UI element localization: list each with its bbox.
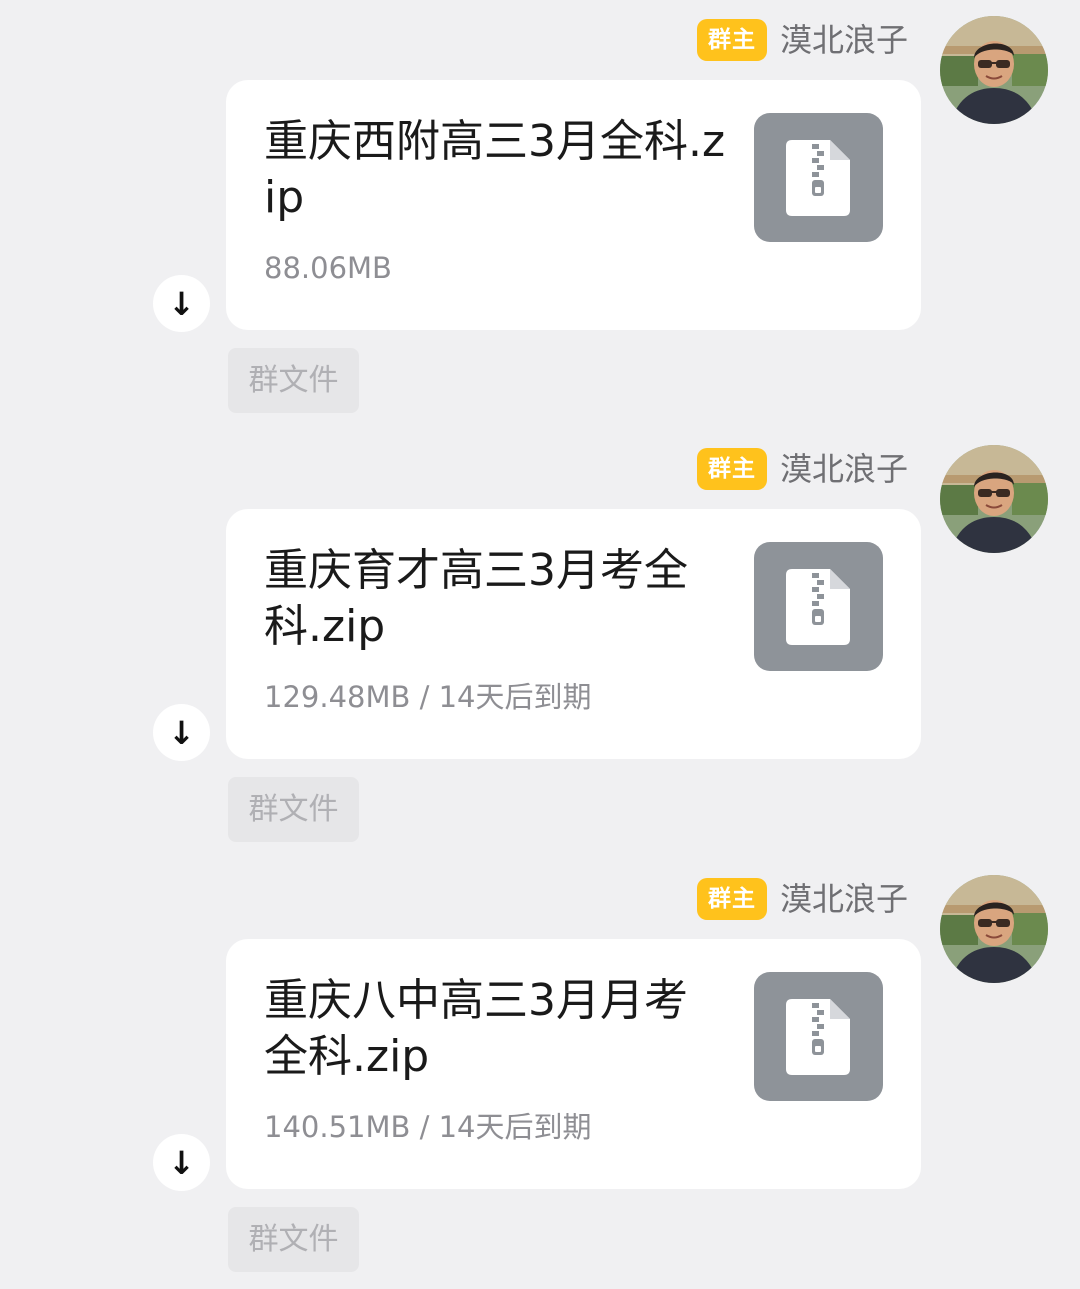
file-size-expiry: 129.48MB / 14天后到期 (264, 680, 592, 714)
file-message-bubble[interactable]: 重庆八中高三3月月考全科.zip 140.51MB / 14天后到期 (226, 939, 921, 1189)
sender-name[interactable]: 漠北浪子 (780, 877, 908, 921)
file-message-bubble[interactable]: 重庆育才高三3月考全科.zip 129.48MB / 14天后到期 (226, 509, 921, 759)
zip-file-icon (754, 542, 883, 671)
zip-file-icon (754, 972, 883, 1101)
file-size-expiry: 140.51MB / 14天后到期 (264, 1110, 592, 1144)
chat-message: 群主 漠北浪子 重庆西附高三3月全科.zip 88.06MB ↓ 群文件 (0, 0, 1080, 430)
group-files-tag[interactable]: 群文件 (228, 777, 359, 842)
avatar[interactable] (940, 16, 1048, 124)
avatar[interactable] (940, 875, 1048, 983)
avatar[interactable] (940, 445, 1048, 553)
sender-row: 群主 漠北浪子 (696, 447, 908, 491)
group-owner-badge: 群主 (696, 448, 767, 490)
chat-message: 群主 漠北浪子 重庆八中高三3月月考全科.zip 140.51MB / 14天后… (0, 859, 1080, 1289)
sender-row: 群主 漠北浪子 (696, 877, 908, 921)
file-name: 重庆西附高三3月全科.zip (264, 116, 726, 223)
download-button[interactable]: ↓ (153, 275, 210, 332)
chat-message: 群主 漠北浪子 重庆育才高三3月考全科.zip 129.48MB / 14天后到… (0, 429, 1080, 859)
file-name: 重庆八中高三3月月考全科.zip (264, 975, 688, 1082)
file-message-bubble[interactable]: 重庆西附高三3月全科.zip 88.06MB (226, 80, 921, 330)
group-files-tag[interactable]: 群文件 (228, 348, 359, 413)
sender-name[interactable]: 漠北浪子 (780, 447, 908, 491)
sender-name[interactable]: 漠北浪子 (780, 18, 908, 62)
file-name: 重庆育才高三3月考全科.zip (264, 545, 688, 652)
download-button[interactable]: ↓ (153, 704, 210, 761)
group-owner-badge: 群主 (696, 19, 767, 61)
group-owner-badge: 群主 (696, 878, 767, 920)
group-files-tag[interactable]: 群文件 (228, 1207, 359, 1272)
file-size: 88.06MB (264, 251, 392, 285)
zip-file-icon (754, 113, 883, 242)
sender-row: 群主 漠北浪子 (696, 18, 908, 62)
download-button[interactable]: ↓ (153, 1134, 210, 1191)
